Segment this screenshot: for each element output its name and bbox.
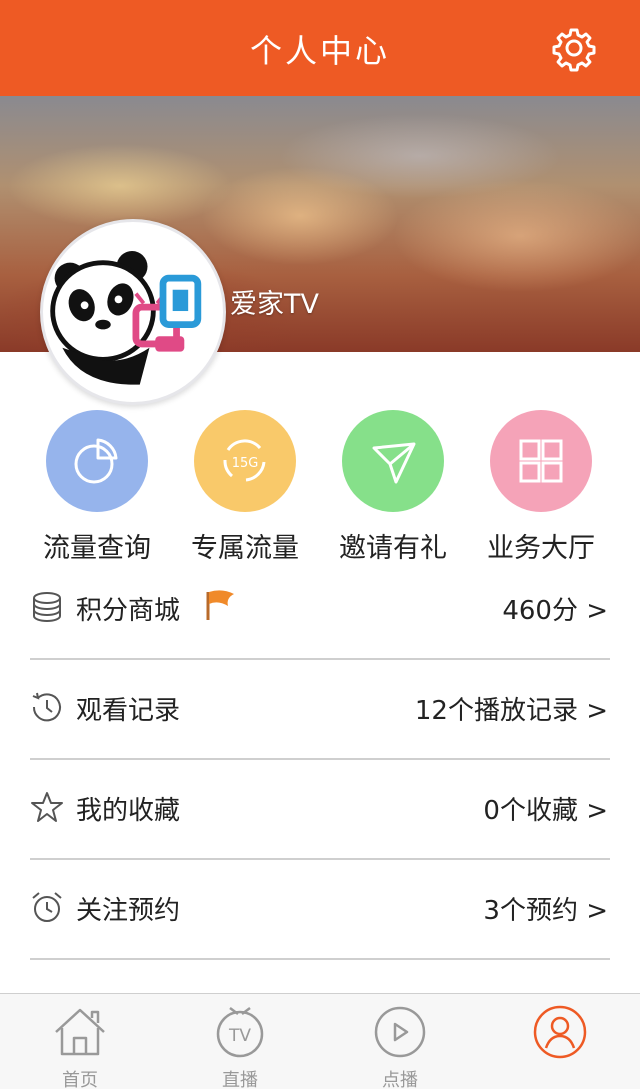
gear-icon[interactable] (550, 24, 598, 72)
tab-label: 点播 (382, 1070, 418, 1089)
menu-row-value: 0个收藏 > (483, 796, 608, 826)
menu-row-label: 我的收藏 (76, 796, 181, 826)
traffic-query-button[interactable] (46, 410, 148, 512)
menu-row-value: 3个预约 > (483, 896, 608, 926)
page-title: 个人中心 (249, 32, 390, 70)
quick-action-traffic-query[interactable]: 流量查询 (22, 410, 172, 564)
play-icon (374, 1006, 426, 1058)
menu-row-points-mall[interactable]: 积分商城 460分 > (30, 560, 610, 660)
star-icon (31, 792, 63, 822)
tab-label: 首页 (62, 1070, 98, 1089)
tab-profile[interactable] (480, 994, 640, 1089)
pie-chart-icon (74, 438, 118, 484)
user-nickname: 爱家TV (230, 289, 319, 320)
flag-icon (206, 590, 234, 620)
invite-gift-button[interactable] (342, 410, 444, 512)
bottom-tab-bar: 首页 TV 直播 点播 (0, 993, 640, 1089)
history-icon (32, 692, 61, 722)
panda-tv-logo (50, 251, 202, 385)
avatar[interactable] (40, 219, 226, 405)
svg-text:TV: TV (228, 1026, 251, 1046)
menu-row-label: 关注预约 (76, 896, 181, 926)
grid-icon (519, 439, 563, 483)
quick-action-business-hall[interactable]: 业务大厅 (466, 410, 616, 564)
alarm-clock-icon (32, 892, 62, 922)
tab-on-demand[interactable]: 点播 (320, 994, 480, 1089)
menu-row-reservations[interactable]: 关注预约 3个预约 > (30, 860, 610, 960)
tab-home[interactable]: 首页 (0, 994, 160, 1089)
top-bar: 个人中心 (0, 0, 640, 96)
coins-icon (33, 592, 61, 622)
menu-row-watch-history[interactable]: 观看记录 12个播放记录 > (30, 660, 610, 760)
home-icon (55, 1008, 105, 1056)
menu-row-label: 观看记录 (76, 696, 181, 726)
paper-plane-icon (372, 442, 416, 484)
exclusive-traffic-button[interactable]: 15G (194, 410, 296, 512)
tab-label: 直播 (222, 1070, 258, 1089)
user-icon (533, 1005, 587, 1059)
menu-row-value: 460分 > (502, 596, 608, 626)
menu-row-label: 积分商城 (76, 596, 181, 626)
svg-text:15G: 15G (232, 456, 259, 471)
tv-icon: TV (216, 1007, 264, 1058)
business-hall-button[interactable] (490, 410, 592, 512)
quick-action-exclusive-traffic[interactable]: 15G 专属流量 (170, 410, 320, 564)
quick-action-invite-gift[interactable]: 邀请有礼 (318, 410, 468, 564)
menu-row-value: 12个播放记录 > (414, 696, 608, 726)
15g-recycle-icon: 15G (223, 439, 266, 482)
menu-row-favorites[interactable]: 我的收藏 0个收藏 > (30, 760, 610, 860)
tab-live[interactable]: TV 直播 (160, 994, 320, 1089)
